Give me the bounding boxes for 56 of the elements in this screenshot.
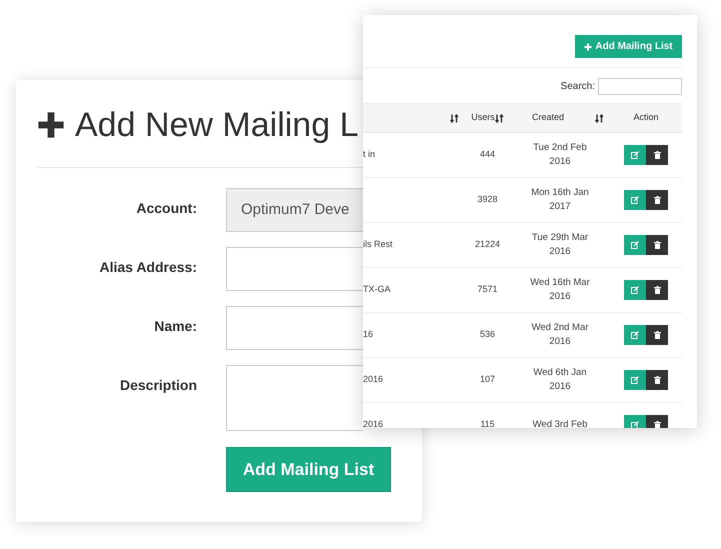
table-cell-text: 444 [480, 148, 496, 162]
table-cell-text: 3928 [477, 193, 498, 206]
table-cell-text: Mon 16th Jan 2017 [530, 186, 590, 214]
field-label: Account: [135, 199, 197, 218]
trash-icon [654, 286, 660, 294]
search-field[interactable] [598, 78, 682, 95]
search-label: Search: [560, 80, 595, 94]
trash-icon [654, 421, 660, 428]
table-cell-text: Wed 16th Mar 2016 [529, 276, 591, 304]
input-field[interactable] [226, 306, 363, 350]
table-cell-text: t in [363, 148, 376, 162]
table-cell-text: 107 [480, 373, 496, 386]
table-cell: 115 [480, 418, 495, 428]
delete-button[interactable] [646, 370, 668, 390]
delete-button[interactable] [646, 190, 668, 210]
form-title: Add New Mailing L [75, 108, 358, 142]
edit-icon [631, 241, 639, 249]
field-label: Description [118, 376, 197, 395]
table-cell-text: Wed 2nd Mar 2016 [530, 321, 590, 349]
edit-icon [631, 331, 639, 339]
trash-icon [654, 376, 660, 384]
table-cell-text: 536 [480, 328, 496, 342]
edit-icon [631, 376, 639, 384]
input-field[interactable] [226, 247, 363, 291]
column-header[interactable]: Created [532, 111, 564, 125]
trash-icon [654, 241, 660, 249]
column-header[interactable]: Users [471, 111, 495, 125]
delete-button[interactable] [646, 235, 668, 255]
description-field[interactable] [226, 365, 363, 431]
edit-icon [631, 151, 639, 159]
plus-icon [37, 111, 65, 139]
column-header[interactable]: Action [633, 111, 658, 125]
table-cell-text: Wed 3rd Feb [532, 418, 588, 428]
plus-icon [584, 42, 592, 50]
trash-icon [654, 151, 660, 159]
table-cell-text: Tue 29th Mar 2016 [530, 231, 590, 259]
table-cell-text: 16 [363, 328, 374, 342]
trash-icon [654, 331, 660, 339]
table-cell-text: 7571 [477, 283, 498, 296]
edit-icon [631, 421, 639, 428]
table-cell: 2016 [363, 418, 384, 428]
delete-button[interactable] [646, 325, 668, 345]
table-cell-text: 21224 [474, 238, 500, 252]
trash-icon [654, 196, 660, 204]
delete-button[interactable] [646, 280, 668, 300]
edit-icon [631, 196, 639, 204]
table-cell-text: TX-GA [363, 283, 391, 296]
table-cell-text: Wed 6th Jan 2016 [532, 366, 588, 394]
table-cell-text: Tue 2nd Feb 2016 [532, 141, 588, 169]
field-label: Name: [153, 317, 197, 336]
field-label: Alias Address: [98, 258, 197, 277]
table-cell-text: 2016 [363, 373, 384, 386]
edit-icon [631, 286, 639, 294]
delete-button[interactable] [646, 145, 668, 165]
table-cell-text: ils Rest [363, 238, 393, 252]
account-select[interactable]: Optimum7 Deve [226, 188, 363, 232]
